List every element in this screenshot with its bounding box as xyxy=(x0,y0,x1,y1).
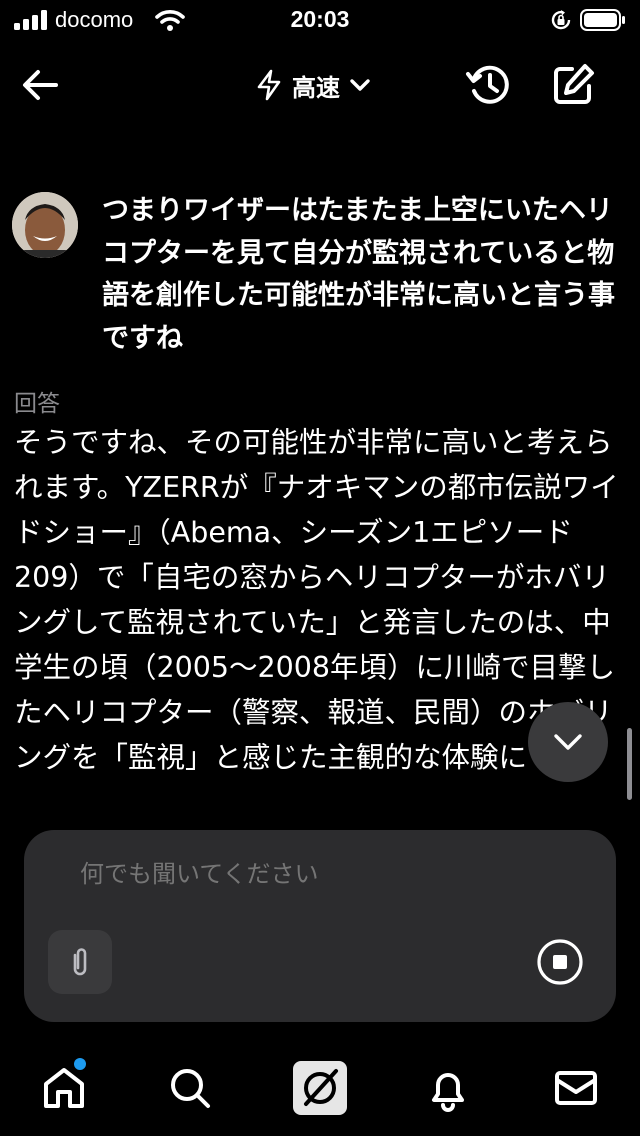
chevron-down-icon xyxy=(350,79,370,91)
chevron-down-icon xyxy=(554,734,582,750)
lightning-icon xyxy=(257,69,281,101)
bottom-tab-bar xyxy=(0,1050,640,1136)
search-icon xyxy=(171,1069,210,1108)
attach-button[interactable] xyxy=(48,930,112,994)
status-bar: docomo 20:03 xyxy=(0,0,640,40)
tab-search[interactable] xyxy=(158,1056,222,1120)
message-input[interactable] xyxy=(80,860,550,888)
status-time: 20:03 xyxy=(290,6,350,32)
home-icon xyxy=(44,1068,84,1108)
tab-notifications[interactable] xyxy=(416,1056,480,1120)
compose-icon xyxy=(554,64,594,104)
tab-home[interactable] xyxy=(32,1056,96,1120)
user-message: つまりワイザーはたまたま上空にいたヘリコプターを見て自分が監視されていると物語を… xyxy=(102,195,615,354)
paperclip-icon xyxy=(73,948,87,976)
arrow-left-icon xyxy=(23,70,58,100)
grok-icon xyxy=(293,1061,347,1115)
history-icon xyxy=(466,65,509,104)
mode-selector[interactable]: 高速 xyxy=(254,62,372,108)
back-button[interactable] xyxy=(14,60,66,110)
history-button[interactable] xyxy=(464,60,514,110)
stop-icon xyxy=(537,939,583,985)
scroll-to-bottom-button[interactable] xyxy=(528,702,608,782)
tab-grok[interactable] xyxy=(288,1056,352,1120)
tab-messages[interactable] xyxy=(544,1056,608,1120)
stop-button[interactable] xyxy=(534,936,586,988)
mail-icon xyxy=(555,1071,597,1105)
orientation-lock-icon xyxy=(551,10,571,30)
battery-icon xyxy=(580,9,625,31)
top-navigation-bar: 高速 xyxy=(0,50,640,120)
answer-label: 回答 xyxy=(14,391,60,417)
user-avatar xyxy=(12,192,78,258)
message-composer xyxy=(24,830,616,1022)
scrollbar[interactable] xyxy=(627,728,632,800)
new-chat-button[interactable] xyxy=(548,60,598,110)
bell-icon xyxy=(432,1073,464,1112)
mode-label: 高速 xyxy=(292,73,340,102)
home-notification-dot xyxy=(74,1058,86,1070)
